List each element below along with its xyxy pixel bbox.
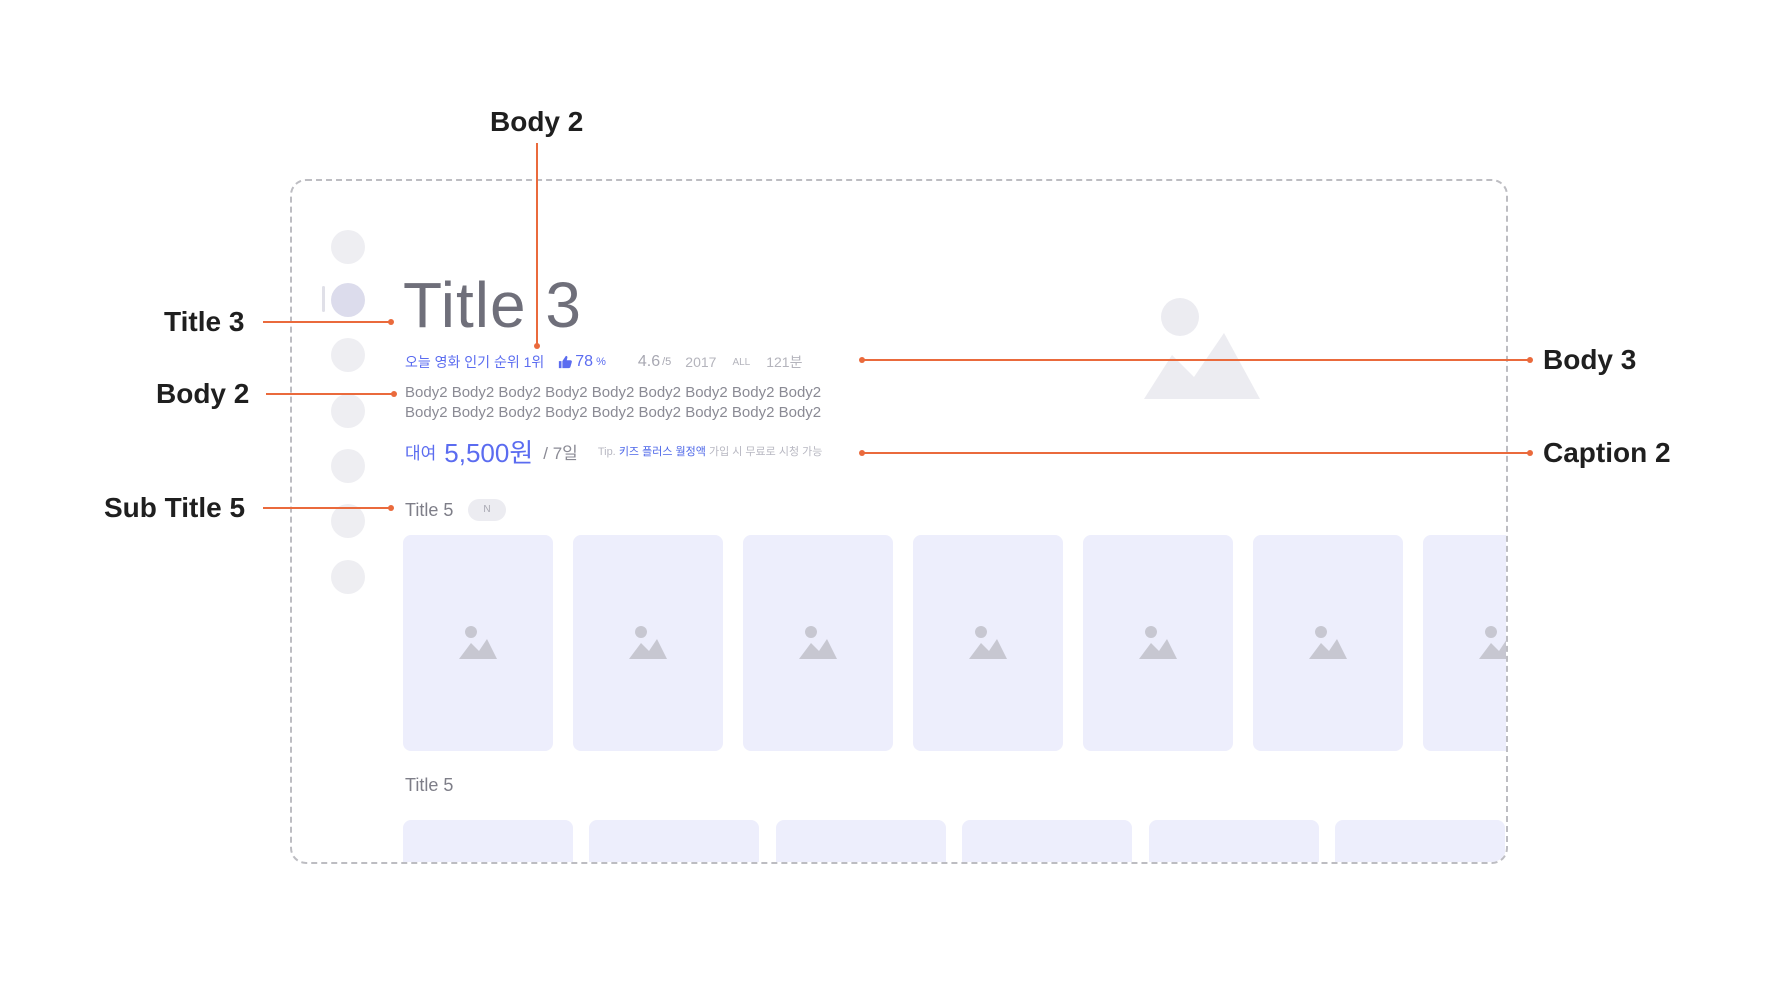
callout-dot	[534, 343, 540, 349]
callout-line	[862, 452, 1532, 454]
image-placeholder-icon	[629, 626, 667, 659]
callout-line	[263, 507, 392, 509]
image-placeholder-icon	[1309, 626, 1347, 659]
content-card[interactable]	[1083, 535, 1233, 751]
rent-label: 대여	[405, 443, 437, 463]
rating-value: 4.6	[637, 353, 661, 370]
callout-dot	[859, 450, 865, 456]
rent-price[interactable]: 5,500원	[444, 433, 533, 470]
content-card-row2[interactable]	[776, 820, 946, 862]
nav-item[interactable]	[331, 230, 365, 264]
section-title: Title 5	[405, 500, 454, 520]
content-card[interactable]	[913, 535, 1063, 751]
content-card[interactable]	[1253, 535, 1403, 751]
callout-dot	[388, 505, 394, 511]
nav-item[interactable]	[331, 449, 365, 483]
content-card[interactable]	[573, 535, 723, 751]
description-line: Body2 Body2 Body2 Body2 Body2 Body2 Body…	[405, 404, 822, 421]
runtime: 121분	[766, 354, 803, 370]
nav-item-active[interactable]	[331, 283, 365, 317]
meta-row: 오늘 영화 인기 순위 1위 78 % 4.6 /5 2017 ALL 121분	[405, 352, 802, 372]
tip-link[interactable]: 키즈 플러스 월정액	[619, 446, 706, 458]
image-placeholder-icon	[969, 626, 1007, 659]
callout-line	[263, 321, 392, 323]
content-card-row2[interactable]	[1149, 820, 1319, 862]
callout-line	[536, 143, 538, 346]
callout-dot	[859, 357, 865, 363]
rating-max: /5	[662, 356, 672, 368]
callout-body3: Body 3	[1543, 344, 1637, 375]
thumbs-up-icon	[559, 355, 573, 369]
new-badge: N	[468, 499, 506, 521]
age-rating-badge: ALL	[732, 356, 751, 368]
content-card-row2[interactable]	[1335, 820, 1505, 862]
content-card-row2[interactable]	[403, 820, 573, 862]
callout-line	[862, 359, 1532, 361]
content-card[interactable]	[403, 535, 553, 751]
popularity-rank: 오늘 영화 인기 순위 1위	[405, 354, 545, 370]
tip-caption: Tip. 키즈 플러스 월정액 가입 시 무료로 시청 가능	[598, 443, 823, 459]
tip-prefix: Tip.	[597, 446, 616, 458]
image-placeholder-icon	[799, 626, 837, 659]
callout-body2-left: Body 2	[156, 378, 250, 409]
nav-item[interactable]	[331, 504, 365, 538]
image-placeholder-icon	[459, 626, 497, 659]
callout-dot	[1527, 357, 1533, 363]
callout-title3: Title 3	[164, 306, 245, 337]
price-row: 대여 5,500원 / 7일 Tip. 키즈 플러스 월정액 가입 시 무료로 …	[405, 433, 823, 470]
content-card-row2[interactable]	[962, 820, 1132, 862]
callout-line	[266, 393, 394, 395]
nav-active-indicator	[322, 286, 325, 312]
callout-dot	[391, 391, 397, 397]
tip-suffix: 가입 시 무료로 시청 가능	[708, 446, 823, 458]
image-placeholder-icon	[1139, 626, 1177, 659]
content-card[interactable]	[743, 535, 893, 751]
hero-title: Title 3	[403, 269, 582, 341]
content-card-row2[interactable]	[589, 820, 759, 862]
hero-image-placeholder-icon	[1144, 298, 1260, 399]
section-title: Title 5	[405, 775, 454, 795]
callout-dot	[388, 319, 394, 325]
nav-item[interactable]	[331, 560, 365, 594]
screen-frame: Title 3 오늘 영화 인기 순위 1위 78 % 4.6 /5 2017 …	[290, 179, 1508, 864]
rent-period: / 7일	[543, 443, 578, 463]
description: Body2 Body2 Body2 Body2 Body2 Body2 Body…	[405, 383, 875, 423]
nav-item[interactable]	[331, 394, 365, 428]
callout-body2-top: Body 2	[490, 106, 584, 137]
callout-dot	[1527, 450, 1533, 456]
callout-subtitle5: Sub Title 5	[104, 492, 246, 523]
callout-caption2: Caption 2	[1543, 437, 1671, 468]
image-placeholder-icon	[1479, 626, 1506, 659]
like-percent-unit: %	[596, 356, 606, 368]
like-rate: 78 %	[558, 353, 606, 371]
release-year: 2017	[685, 354, 717, 370]
nav-item[interactable]	[331, 338, 365, 372]
description-line: Body2 Body2 Body2 Body2 Body2 Body2 Body…	[405, 384, 822, 401]
like-percent: 78	[575, 353, 594, 370]
content-card[interactable]	[1423, 535, 1506, 751]
